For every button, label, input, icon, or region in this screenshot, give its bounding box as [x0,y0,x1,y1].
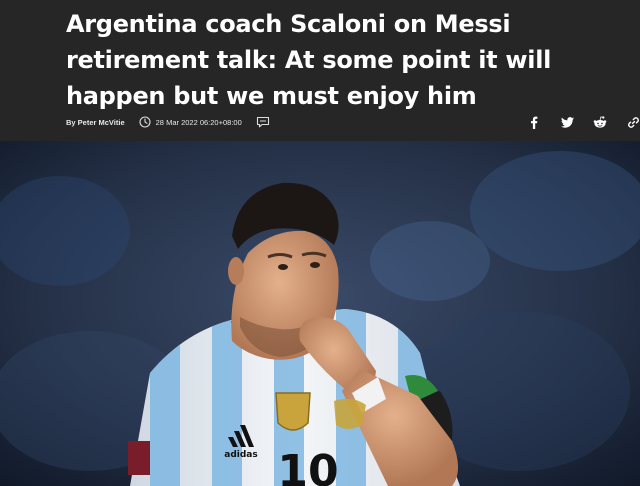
player-photo: adidas 10 [0,141,640,486]
twitter-icon[interactable] [559,115,575,129]
comment-icon[interactable] [256,116,270,128]
article-page: Argentina coach Scaloni on Messi retirem… [0,0,640,486]
reddit-icon[interactable] [592,115,608,129]
link-icon[interactable] [625,115,640,129]
article-hero-photo: adidas 10 [0,141,640,486]
article-title: Argentina coach Scaloni on Messi retirem… [66,10,552,110]
article-meta: By Peter McVitie 28 Mar 2022 06:20+08:00 [66,114,270,130]
sponsor-text: adidas [224,450,257,460]
publish-date: 28 Mar 2022 06:20+08:00 [155,117,242,127]
clock-icon [139,116,151,128]
author-byline[interactable]: By Peter McVitie [66,118,125,127]
jersey-number: 10 [277,446,338,486]
afa-crest [334,398,366,429]
world-cup-badge [275,392,311,431]
fifa-patch [128,441,150,475]
article-header: Argentina coach Scaloni on Messi retirem… [0,0,640,141]
facebook-icon[interactable] [526,115,542,129]
